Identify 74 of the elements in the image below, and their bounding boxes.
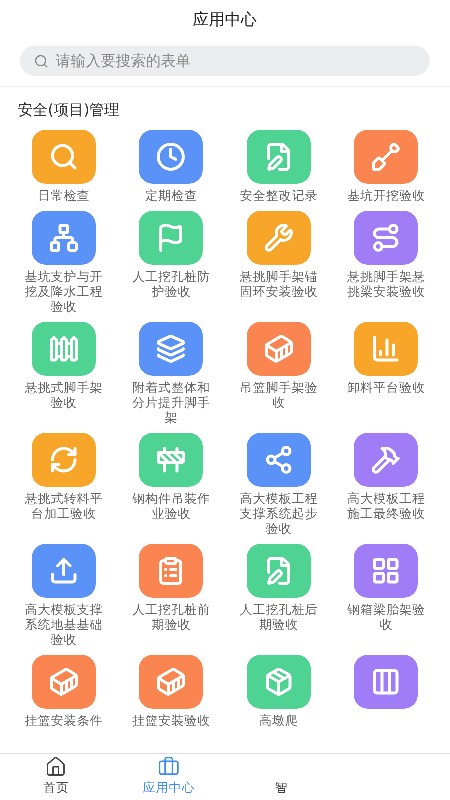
container-icon <box>48 667 79 697</box>
page-title: 应用中心 <box>192 8 258 30</box>
app-tile[interactable] <box>32 544 96 598</box>
app-label: 悬挑式转料平台加工验收 <box>24 491 104 521</box>
app-label: 人工挖孔桩防护验收 <box>131 269 212 299</box>
app-label: 附着式整体和分片提升脚手架 <box>131 380 212 425</box>
nodes-icon <box>264 445 294 475</box>
app-label: 人工挖孔桩前期验收 <box>131 602 212 632</box>
app-label: 吊篮脚手架验收 <box>238 380 319 410</box>
app-label: 悬挑脚手架锚固环安装验收 <box>238 269 319 299</box>
app-label: 基坑开挖验收 <box>346 188 426 203</box>
barrier-icon <box>156 445 186 475</box>
refresh-icon <box>48 445 79 475</box>
app-label: 高大模板工程支撑系统起步验收 <box>238 491 319 536</box>
app-tile[interactable] <box>139 655 204 709</box>
app-label: 挂篮安装验收 <box>131 713 212 728</box>
app-tile[interactable] <box>246 655 311 709</box>
app-tile[interactable] <box>139 433 204 487</box>
app-tile[interactable] <box>139 211 204 265</box>
box-icon <box>264 667 294 697</box>
app-label: 基坑支护与开挖及降水工程验收 <box>24 269 104 314</box>
app-label: 人工挖孔桩后期验收 <box>238 602 319 632</box>
app-label: 定期检查 <box>144 188 198 203</box>
hammer-icon <box>371 445 402 475</box>
app-tile[interactable] <box>354 130 418 184</box>
app-label: 安全整改记录 <box>238 188 319 203</box>
home-icon <box>45 756 68 778</box>
app-label: 高大模板工程施工最终验收 <box>346 491 426 521</box>
app-label: 高大模板支撑系统地基基础验收 <box>24 602 104 647</box>
network-icon <box>48 223 79 253</box>
shovel-icon <box>371 142 402 172</box>
app-tile[interactable] <box>32 655 96 709</box>
app-tile[interactable] <box>246 211 311 265</box>
fence-icon <box>48 334 79 364</box>
tab[interactable]: 智 <box>225 754 338 800</box>
app-tile[interactable] <box>139 322 204 376</box>
tab[interactable]: 首页 <box>0 754 112 800</box>
grid-icon <box>371 556 402 586</box>
app-tile[interactable] <box>246 544 311 598</box>
app-label: 悬挑式脚手架验收 <box>24 380 104 410</box>
app-label: 挂篮安装条件 <box>24 713 104 728</box>
app-tile[interactable] <box>354 655 418 709</box>
app-tile[interactable] <box>354 433 418 487</box>
app-tile[interactable] <box>354 544 418 598</box>
app-tile[interactable] <box>32 433 96 487</box>
layers-icon <box>156 334 186 364</box>
app-tile[interactable] <box>354 211 418 265</box>
app-tile[interactable] <box>32 130 96 184</box>
container-icon <box>156 667 186 697</box>
app-tile[interactable] <box>32 322 96 376</box>
search-icon <box>34 54 49 69</box>
container-icon <box>264 334 294 364</box>
app-label: 高墩爬 <box>258 713 300 728</box>
magnifier-icon <box>48 142 79 172</box>
clock-icon <box>156 142 186 172</box>
upload-icon <box>48 556 79 586</box>
columns-icon <box>371 667 402 697</box>
app-tile[interactable] <box>139 130 204 184</box>
app-label: 卸料平台验收 <box>346 380 426 395</box>
app-label: 钢构件吊装作业验收 <box>131 491 212 521</box>
app-tile[interactable] <box>246 130 311 184</box>
wrench-icon <box>264 223 294 253</box>
bar-chart-icon <box>371 334 402 364</box>
app-label: 日常检查 <box>36 188 91 203</box>
search-field[interactable]: 请输入要搜索的表单 <box>20 46 430 76</box>
section-title: 安全(项目)管理 <box>17 100 121 121</box>
app-label: 钢箱梁胎架验收 <box>346 602 426 632</box>
app-tile[interactable] <box>32 211 96 265</box>
briefcase-icon <box>158 756 180 778</box>
app-tile[interactable] <box>139 544 204 598</box>
app-tile[interactable] <box>354 322 418 376</box>
app-tile[interactable] <box>246 322 311 376</box>
app-label: 悬挑脚手架悬挑梁安装验收 <box>346 269 426 299</box>
app-tile[interactable] <box>246 433 311 487</box>
